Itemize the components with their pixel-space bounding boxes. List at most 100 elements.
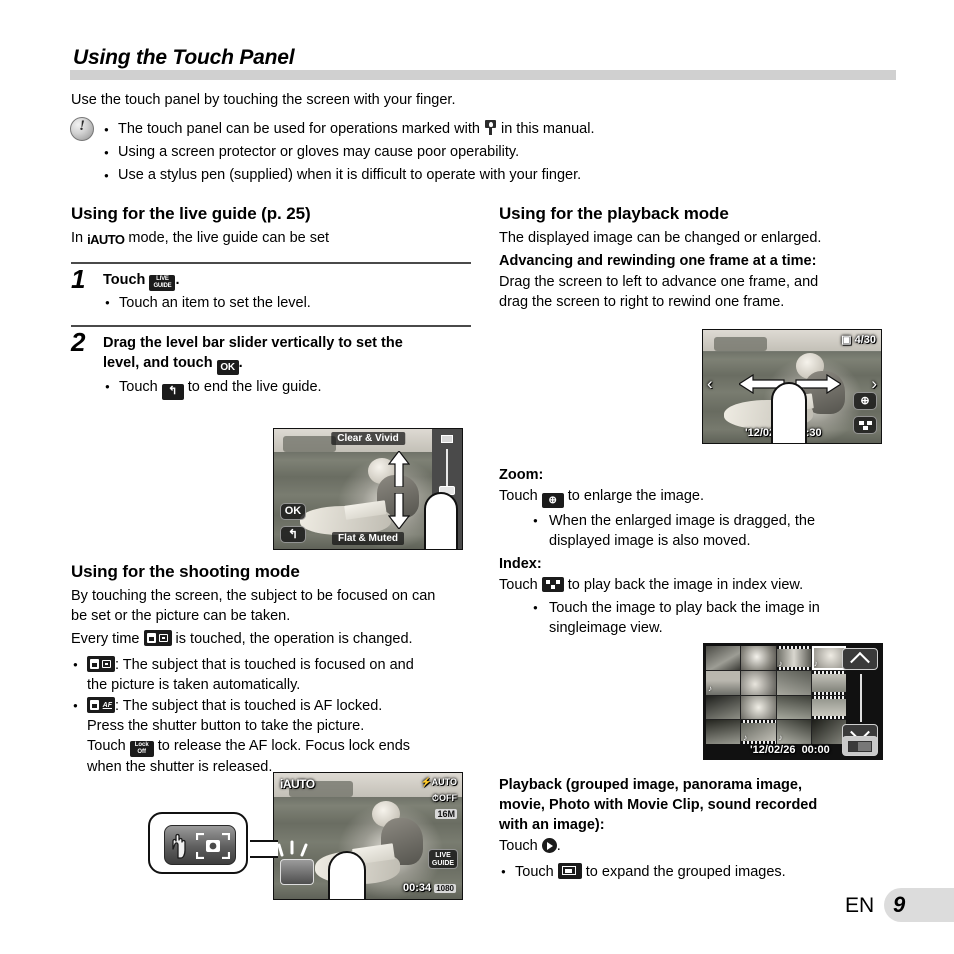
prev-chevron-icon[interactable]: ‹ [707, 374, 713, 394]
bullet-line2: the picture is taken automatically. [87, 677, 301, 693]
heading-line2: movie, Photo with Movie Clip, sound reco… [499, 797, 818, 813]
paragraph2-pre: Every time [71, 631, 144, 647]
ok-button[interactable]: OK [280, 503, 306, 520]
index-view-screen: ♪ ♪ ♪ ♪ ♪ '12/02/26 00:00 [703, 643, 883, 760]
chevron-up-icon [850, 651, 870, 672]
zoom-heading: Zoom: [499, 467, 544, 483]
frame-counter-value: 4/30 [854, 334, 876, 346]
shooting-mode-paragraph-2: Every time is touched, the operation is … [71, 629, 471, 649]
intro-text: Use the touch panel by touching the scre… [71, 92, 456, 108]
thumbnail[interactable]: ♪ [741, 720, 776, 744]
touch-shutter-button[interactable] [280, 859, 314, 885]
bullet-post: to expand the grouped images. [581, 864, 786, 880]
thumbnail[interactable]: ♪ [776, 646, 811, 670]
step-title-line1: Drag the level bar slider vertically to … [103, 334, 403, 351]
scrollbar-track[interactable] [860, 674, 862, 722]
thumbnail[interactable] [811, 695, 846, 720]
caution-icon: ! [70, 117, 94, 141]
thumbnail[interactable]: ♪ [706, 670, 741, 695]
bullet-line3: Touch Lock Off to release the AF lock. Fo… [87, 738, 411, 757]
list-item: Touch ↰ to end the live guide. [103, 377, 471, 400]
bullet-line1: When the enlarged image is dragged, the [549, 513, 816, 529]
manual-page: Using the Touch Panel Use the touch pane… [0, 0, 954, 954]
scroll-up-button[interactable] [842, 648, 878, 672]
live-guide-icon: LIVE GUIDE [149, 274, 176, 291]
play-icon [541, 838, 557, 853]
next-chevron-icon[interactable]: › [871, 374, 877, 394]
list-item: Using a screen protector or gloves may c… [104, 141, 724, 164]
touch-shutter-icon [87, 656, 115, 672]
list-item: Touch an item to set the level. [103, 293, 471, 313]
thumbnail[interactable] [741, 670, 776, 695]
heading-line3: with an image): [499, 817, 605, 833]
bullet-post: to end the live guide. [183, 378, 322, 395]
bullet-line1: Touch the image to play back the image i… [549, 600, 820, 616]
thumbnail[interactable] [811, 720, 846, 744]
list-item: When the enlarged image is dragged, the d… [499, 511, 899, 551]
shooting-mode-screen: iAUTO ⚡AUTO ⏱OFF 16M LIVE GUIDE 00:34 10… [273, 772, 463, 900]
step-title: Touch LIVE GUIDE. [103, 270, 471, 291]
shooting-mode-bullets: : The subject that is touched is focused… [71, 655, 471, 777]
thumbnail[interactable] [776, 670, 811, 695]
sound-mark-icon: ♪ [778, 658, 783, 668]
single-view-icon [848, 741, 872, 752]
record-time: 00:34 1080 [403, 882, 456, 894]
thumbnail[interactable] [706, 646, 741, 670]
arrow-up-icon [388, 451, 410, 487]
advancing-line1: Drag the screen to left to advance one f… [499, 274, 819, 290]
thumbnail[interactable] [706, 720, 741, 744]
divider [71, 324, 471, 327]
index-heading: Index: [499, 556, 542, 572]
zoom-button[interactable]: ⊕ [853, 392, 877, 410]
thumbnail-grid: ♪ ♪ ♪ ♪ ♪ [706, 646, 846, 744]
lock-off-line1: Lock [134, 742, 149, 748]
record-time-value: 00:34 [403, 882, 432, 894]
thumbnail[interactable] [741, 695, 776, 720]
intro-post: mode, the live guide can be set [124, 230, 330, 246]
language-label: EN [845, 894, 875, 917]
step-number: 2 [71, 326, 86, 357]
playback-screen: ▣ 4/30 ‹ › ⊕ '12/02/26 12:30 [702, 329, 882, 444]
level-indicator [441, 435, 453, 443]
shooting-mode-paragraph-1: By touching the screen, the subject to b… [71, 586, 471, 626]
intro-pre: In [71, 230, 88, 246]
step-1-bullets: Touch an item to set the level. [103, 293, 471, 313]
live-guide-button[interactable]: LIVE GUIDE [428, 849, 458, 869]
sound-mark-icon: ♪ [743, 733, 748, 742]
thumbnail[interactable]: ♪ [776, 720, 811, 744]
back-button[interactable]: ↰ [280, 526, 306, 543]
touch-af-icon: AF [87, 697, 115, 713]
thumbnail[interactable] [811, 670, 846, 695]
thumbnail[interactable]: ♪ [811, 646, 846, 670]
note-list: The touch panel can be used for operatio… [104, 118, 724, 187]
quality-label: 1080 [434, 884, 456, 893]
index-button[interactable] [853, 416, 877, 434]
thumbnail[interactable] [776, 695, 811, 720]
header-rule [70, 70, 896, 80]
bullet-line2: displayed image is also moved. [549, 533, 751, 549]
ok-icon: OK [216, 359, 239, 375]
list-item: Use a stylus pen (supplied) when it is d… [104, 164, 724, 187]
sound-mark-icon: ♪ [708, 683, 712, 693]
advancing-line2: drag the screen to right to rewind one f… [499, 294, 785, 310]
touch-panel-icon [483, 120, 497, 135]
frame-counter: ▣ 4/30 [841, 334, 876, 346]
advancing-paragraph: Drag the screen to left to advance one f… [499, 272, 899, 312]
timer-label: OFF [439, 793, 457, 803]
arrow-down-icon [388, 493, 410, 529]
heading-line1: Playback (grouped image, panorama image, [499, 777, 802, 793]
step-title-line2-pre: level, and touch [103, 354, 217, 371]
live-guide-button-line1: LIVE [435, 852, 451, 859]
finger-illustration [328, 851, 366, 899]
sound-mark-icon: ♪ [813, 658, 818, 668]
playback-group-section: Playback (grouped image, panorama image,… [499, 772, 899, 883]
index-icon [541, 577, 564, 592]
live-guide-intro: In iAUTO mode, the live guide can be set [71, 228, 471, 250]
divider [71, 262, 471, 264]
self-timer-indicator: ⏱OFF [431, 793, 457, 803]
section-heading-live-guide: Using for the live guide (p. 25) [71, 204, 311, 223]
thumbnail[interactable] [741, 646, 776, 670]
camera-frame-icon [196, 833, 230, 859]
thumbnail[interactable] [706, 695, 741, 720]
single-view-button[interactable] [842, 736, 878, 756]
